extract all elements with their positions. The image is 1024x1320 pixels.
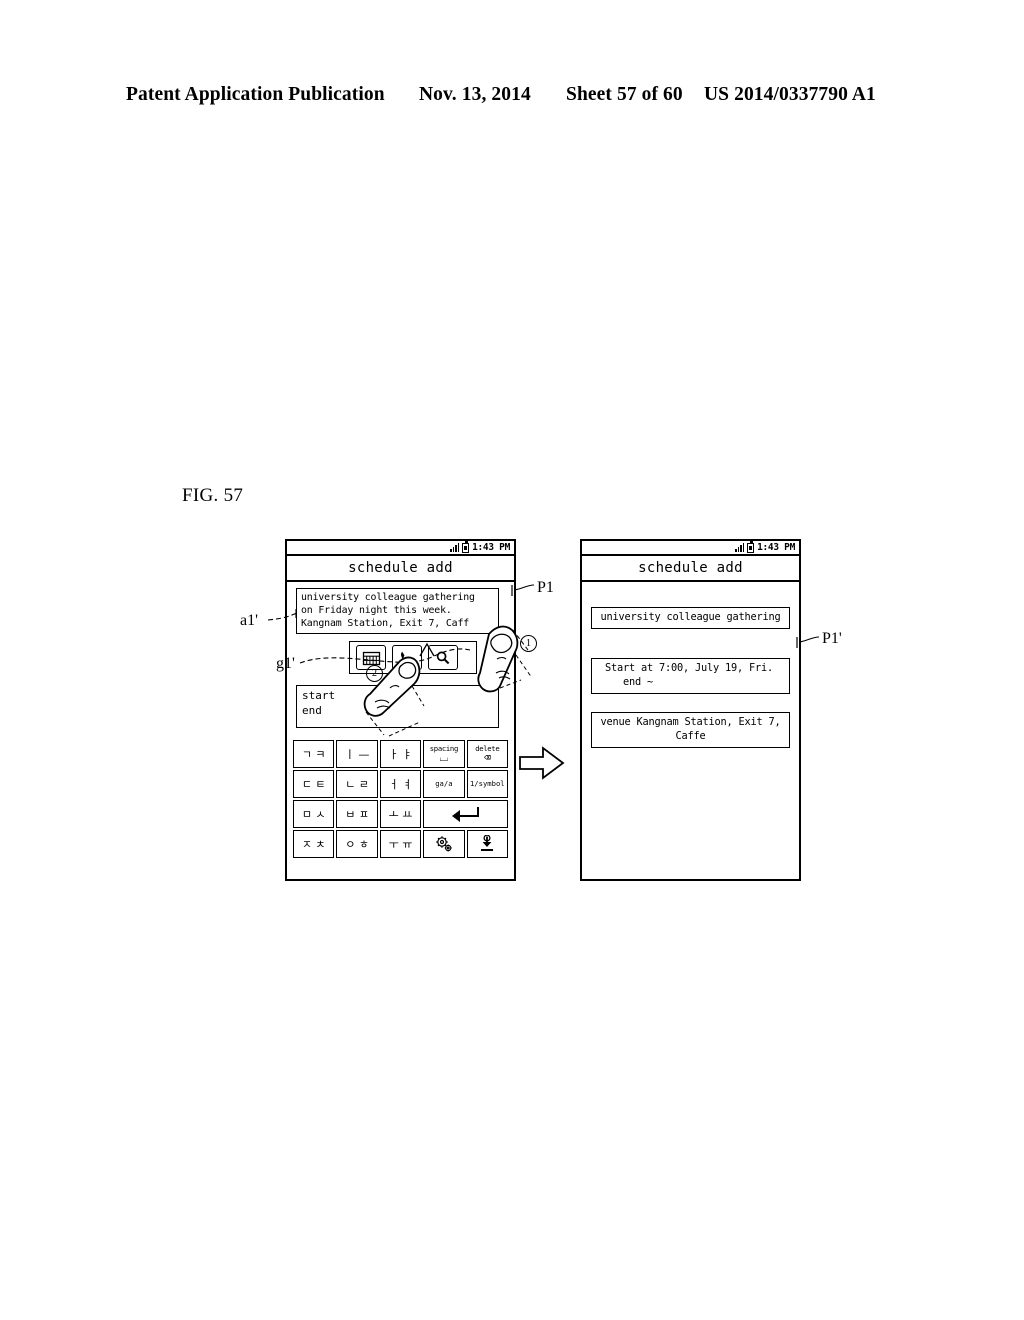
schedule-venue-field[interactable]: venue Kangnam Station, Exit 7, Caffe xyxy=(591,712,790,748)
time-line-1: Start at 7:00, July 19, Fri. xyxy=(605,662,773,674)
key-number-symbol-label: 1/symbol xyxy=(469,779,505,789)
venue-line-1: venue Kangnam Station, Exit 7, xyxy=(600,716,781,728)
key-hide-keyboard[interactable] xyxy=(466,830,508,858)
phone-screen-left: 1:43 PM schedule add university colleagu… xyxy=(285,539,516,881)
key-i-eu-label: ㅣ — xyxy=(344,747,370,761)
key-digeut-tieut[interactable]: ㄷ ㅌ xyxy=(293,770,335,798)
memo-line-3: Kangnam Station, Exit 7, Caff xyxy=(301,618,470,630)
calendar-icon xyxy=(362,651,380,665)
key-o-yo[interactable]: ㅗ ㅛ xyxy=(379,800,422,828)
key-delete-glyph: ⌫ xyxy=(483,751,491,765)
key-o-yo-label: ㅗ ㅛ xyxy=(388,807,413,821)
key-bieup-pieup[interactable]: ㅂ ㅍ xyxy=(336,800,378,828)
phone-button[interactable] xyxy=(392,645,422,670)
reference-label-a1: a1' xyxy=(240,612,258,629)
signal-bars-icon xyxy=(735,543,745,552)
status-time-right: 1:43 PM xyxy=(757,541,795,553)
step-marker-two: 2 xyxy=(366,665,383,682)
enter-icon xyxy=(451,807,479,822)
key-u-yu[interactable]: ㅜ ㅠ xyxy=(379,830,422,858)
key-ieung-hieut-label: ㅇ ㅎ xyxy=(345,837,369,851)
key-u-yu-label: ㅜ ㅠ xyxy=(388,837,413,851)
key-settings[interactable] xyxy=(423,830,465,858)
key-eo-yeo[interactable]: ㅓ ㅕ xyxy=(379,770,422,798)
search-button[interactable] xyxy=(428,645,458,670)
key-enter[interactable] xyxy=(423,800,508,828)
publication-date: Nov. 13, 2014 xyxy=(419,84,531,105)
venue-line-2: Caffe xyxy=(675,729,706,742)
signal-bars-icon xyxy=(450,543,460,552)
publication-label: Patent Application Publication xyxy=(126,84,385,105)
key-mieum-siot[interactable]: ㅁ ㅅ xyxy=(293,800,335,828)
memo-line-1: university colleague gathering xyxy=(301,592,475,603)
battery-icon xyxy=(462,541,470,553)
sheet-number: Sheet 57 of 60 xyxy=(566,84,683,105)
figure-label: FIG. 57 xyxy=(182,485,244,506)
reference-label-p1-prime: P1' xyxy=(822,630,842,647)
key-mieum-siot-label: ㅁ ㅅ xyxy=(301,807,326,821)
settings-gear-icon xyxy=(436,836,452,852)
key-eo-yeo-label: ㅓ ㅕ xyxy=(388,777,413,791)
key-ga-a-label: ga/a xyxy=(435,779,453,789)
schedule-time-field[interactable]: Start at 7:00, July 19, Fri. end ~ xyxy=(591,658,790,694)
key-ieung-hieut[interactable]: ㅇ ㅎ xyxy=(336,830,378,858)
phone-icon xyxy=(401,651,412,664)
hide-keyboard-icon xyxy=(481,835,494,851)
status-bar-left: 1:43 PM xyxy=(287,541,514,556)
key-spacing-glyph: ⌴ xyxy=(439,751,449,765)
status-time-left: 1:43 PM xyxy=(472,541,510,553)
key-ga-a[interactable]: ga/a xyxy=(423,770,465,798)
memo-text-area[interactable]: university colleague gathering on Friday… xyxy=(296,588,499,635)
korean-keypad: ㄱ ㅋ ㅣ — ㅏ ㅑ spacing ⌴ delete ⌫ ㄷ ㅌ ㄴ ㄹ ㅓ ㅕ ga/a 1/s… xyxy=(293,740,508,858)
step-marker-one: 1 xyxy=(520,635,537,652)
title-bar-left: schedule add xyxy=(287,556,514,582)
transition-arrow xyxy=(519,746,565,780)
key-number-symbol[interactable]: 1/symbol xyxy=(466,770,508,798)
key-giyeok-kieuk[interactable]: ㄱ ㅋ xyxy=(293,740,335,768)
screen-body-right: university colleague gathering Start at … xyxy=(582,582,799,877)
start-label: start xyxy=(302,689,336,702)
screen-body-left: university colleague gathering on Friday… xyxy=(287,582,514,877)
search-icon xyxy=(436,651,450,664)
key-digeut-tieut-label: ㄷ ㅌ xyxy=(301,777,326,791)
key-a-ya-label: ㅏ ㅑ xyxy=(388,747,413,761)
key-nieun-rieul[interactable]: ㄴ ㄹ xyxy=(336,770,378,798)
key-delete[interactable]: delete ⌫ xyxy=(466,740,508,768)
end-label: end xyxy=(302,703,322,717)
memo-line-2: on Friday night this week. xyxy=(301,605,452,617)
patent-number: US 2014/0337790 A1 xyxy=(704,84,876,105)
status-bar-right: 1:43 PM xyxy=(582,541,799,556)
key-spacing[interactable]: spacing ⌴ xyxy=(423,740,465,768)
title-bar-right: schedule add xyxy=(582,556,799,582)
key-bieup-pieup-label: ㅂ ㅍ xyxy=(345,807,369,821)
phone-screen-right: 1:43 PM schedule add university colleagu… xyxy=(580,539,801,881)
key-giyeok-kieuk-label: ㄱ ㅋ xyxy=(301,747,326,761)
reference-label-g1: g1' xyxy=(276,655,295,672)
patent-header: Patent Application Publication Nov. 13, … xyxy=(0,84,1024,114)
key-i-eu[interactable]: ㅣ — xyxy=(336,740,378,768)
key-jieut-chieut[interactable]: ㅈ ㅊ xyxy=(293,830,335,858)
reference-label-p1: P1 xyxy=(537,579,554,596)
key-nieun-rieul-label: ㄴ ㄹ xyxy=(345,777,369,791)
schedule-title-field[interactable]: university colleague gathering xyxy=(591,607,790,629)
time-line-2: end ~ xyxy=(623,675,653,688)
key-a-ya[interactable]: ㅏ ㅑ xyxy=(379,740,422,768)
start-end-field[interactable]: start end xyxy=(296,685,499,728)
battery-icon xyxy=(747,541,755,553)
key-jieut-chieut-label: ㅈ ㅊ xyxy=(301,837,326,851)
